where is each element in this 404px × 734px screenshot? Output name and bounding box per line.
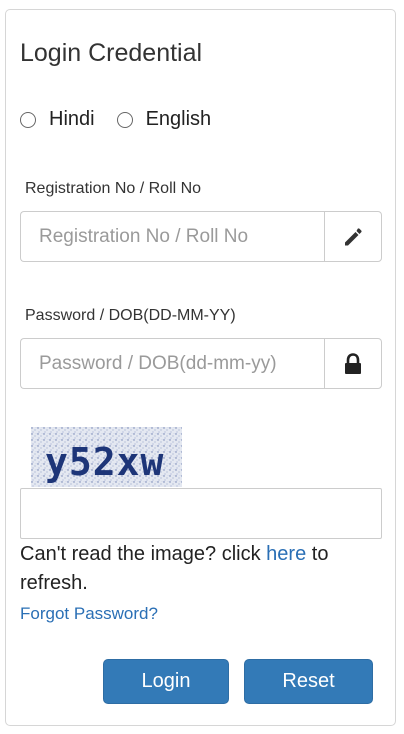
radio-label-hindi: Hindi: [49, 108, 95, 130]
reset-button[interactable]: Reset: [244, 659, 373, 704]
captcha-input[interactable]: [20, 488, 382, 539]
captcha-svg: y52xw: [31, 427, 182, 487]
registration-input[interactable]: [20, 211, 324, 262]
password-addon: [324, 338, 382, 389]
lock-icon: [345, 352, 361, 374]
password-label: Password / DOB(DD-MM-YY): [25, 307, 236, 324]
radio-hindi[interactable]: Hindi: [20, 108, 95, 131]
radio-english[interactable]: English: [116, 108, 212, 131]
language-radio-group: Hindi English: [20, 108, 233, 131]
password-input[interactable]: [20, 338, 324, 389]
captcha-image: y52xw: [31, 427, 182, 487]
radio-label-english: English: [145, 108, 212, 130]
login-button[interactable]: Login: [103, 659, 229, 704]
pencil-icon: [345, 227, 362, 245]
radio-button-hindi[interactable]: [20, 111, 36, 128]
refresh-link[interactable]: here: [266, 543, 306, 565]
captcha-refresh-text: Can't read the image? click here to refr…: [20, 540, 370, 598]
registration-input-group: [20, 211, 382, 262]
password-input-group: [20, 338, 382, 389]
refresh-prefix: Can't read the image? click: [20, 543, 267, 565]
forgot-password-link[interactable]: Forgot Password?: [20, 604, 158, 624]
registration-addon: [324, 211, 382, 262]
page-title: Login Credential: [20, 39, 203, 67]
radio-button-english[interactable]: [116, 111, 133, 128]
captcha-text: y52xw: [45, 440, 164, 484]
registration-label: Registration No / Roll No: [25, 180, 202, 197]
